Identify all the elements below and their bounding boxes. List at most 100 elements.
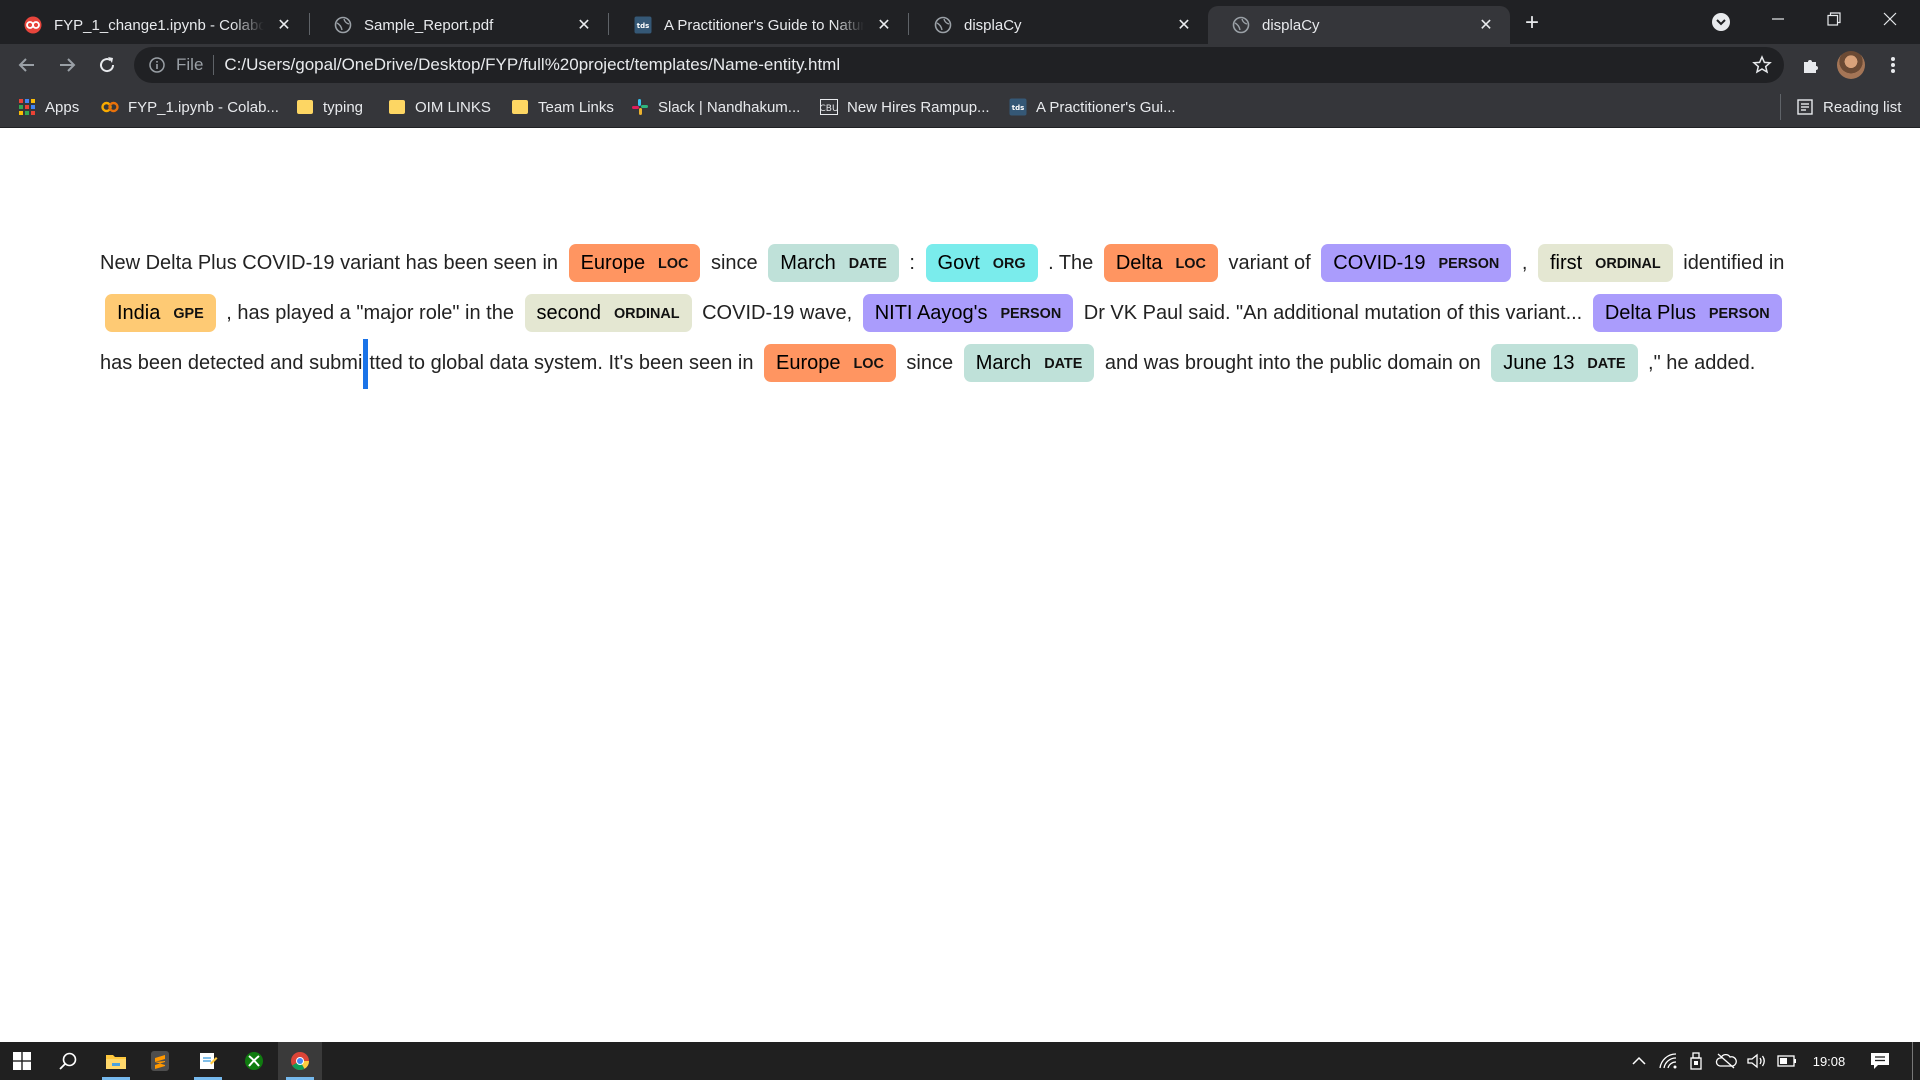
text-span: COVID-19 wave, [696, 302, 858, 324]
volume-icon[interactable] [1744, 1042, 1770, 1080]
entity-label: PERSON [1000, 305, 1062, 322]
bookmark-label: New Hires Rampup... [847, 98, 990, 116]
entity-person: Delta Plus PERSON [1592, 294, 1782, 332]
bookmark-team-links[interactable]: Team Links [511, 96, 614, 118]
entity-text: first [1549, 252, 1583, 274]
entity-text: Delta [1115, 252, 1163, 274]
text-span: Dr VK Paul said. "An additional mutation… [1078, 302, 1588, 324]
text-cursor [363, 338, 369, 389]
apps-grid-icon [18, 98, 36, 116]
bookmark-oim-links[interactable]: OIM LINKS [388, 96, 491, 118]
tab-practitioners-guide[interactable]: tds A Practitioner's Guide to Natural La… [610, 6, 908, 44]
extensions-puzzle-icon[interactable] [1796, 50, 1826, 80]
bookmark-label: A Practitioner's Gui... [1036, 98, 1176, 116]
system-clock[interactable]: 19:08 [1804, 1042, 1854, 1080]
bookmark-fyp-colab[interactable]: FYP_1.ipynb - Colab... [101, 96, 279, 118]
file-explorer-icon[interactable] [94, 1042, 138, 1080]
browser-window: FYP_1_change1.ipynb - Colaboratory ✕ Sam… [0, 0, 1920, 1080]
profile-avatar[interactable] [1837, 51, 1865, 79]
entity-text: Europe [776, 352, 841, 374]
text-span: and was brought into the public domain o… [1099, 352, 1487, 374]
tab-divider [908, 13, 909, 35]
tab-title: Sample_Report.pdf [364, 16, 494, 34]
entity-label: DATE [848, 255, 887, 272]
usb-drive-icon[interactable] [1684, 1042, 1708, 1080]
tab-title: A Practitioner's Guide to Natural Langua… [664, 16, 864, 34]
entity-text: COVID-19 [1333, 252, 1426, 274]
bookmark-label: typing [323, 98, 364, 116]
tab-search-icon[interactable] [1710, 11, 1732, 33]
entity-loc: Europe LOC [568, 244, 701, 282]
restore-icon[interactable] [1806, 0, 1862, 38]
bookmark-slack[interactable]: Slack | Nandhakum... [631, 96, 800, 118]
notifications-icon[interactable] [1862, 1042, 1898, 1080]
tab-displacy-active[interactable]: displaCy ✕ [1208, 6, 1510, 44]
entity-date: March DATE [963, 344, 1095, 382]
tab-colab[interactable]: FYP_1_change1.ipynb - Colaboratory ✕ [0, 6, 308, 44]
reload-icon[interactable] [92, 50, 122, 80]
text-span: ," he added. [1642, 352, 1756, 374]
text-span: , [1516, 252, 1533, 274]
url-text[interactable]: C:/Users/gopal/OneDrive/Desktop/FYP/full… [224, 55, 840, 75]
browser-toolbar: File C:/Users/gopal/OneDrive/Desktop/FYP… [0, 44, 1920, 86]
bookmark-label: Apps [45, 98, 80, 116]
onedrive-offline-icon[interactable] [1712, 1042, 1740, 1080]
entity-label: ORG [992, 255, 1026, 272]
bookmark-apps[interactable]: Apps [18, 96, 79, 118]
entity-label: DATE [1587, 355, 1626, 372]
reading-list-button[interactable]: Reading list [1796, 96, 1901, 118]
tab-sample-report[interactable]: Sample_Report.pdf ✕ [310, 6, 608, 44]
tds-icon: tds [1009, 98, 1027, 116]
text-span: since [705, 252, 764, 274]
entity-label: PERSON [1708, 305, 1770, 322]
entity-text: second [536, 302, 602, 324]
svg-text:tds: tds [1012, 104, 1025, 112]
entity-text: NITI Aayog's [874, 302, 988, 324]
chrome-icon[interactable] [278, 1042, 322, 1080]
show-desktop-button[interactable] [1912, 1042, 1920, 1080]
back-arrow-icon[interactable] [12, 50, 42, 80]
sublime-text-icon[interactable] [138, 1042, 182, 1080]
entity-gpe: India GPE [105, 294, 216, 332]
windows-taskbar: 19:08 [0, 1042, 1920, 1080]
folder-icon [511, 98, 529, 116]
folder-icon [388, 98, 406, 116]
entity-text: India [117, 302, 161, 324]
notepad-icon[interactable] [186, 1042, 230, 1080]
address-bar[interactable]: File C:/Users/gopal/OneDrive/Desktop/FYP… [134, 47, 1784, 83]
start-icon[interactable] [0, 1042, 44, 1080]
tds-icon: tds [634, 16, 652, 34]
xbox-icon[interactable] [232, 1042, 276, 1080]
page-content: New Delta Plus COVID-19 variant has been… [0, 128, 1920, 1042]
chevron-up-icon[interactable] [1626, 1042, 1652, 1080]
bookmark-practitioners-guide[interactable]: tds A Practitioner's Gui... [1009, 96, 1176, 118]
info-icon[interactable] [148, 56, 166, 74]
kebab-menu-icon[interactable] [1878, 50, 1908, 80]
tab-displacy-1[interactable]: displaCy ✕ [910, 6, 1208, 44]
close-icon[interactable]: ✕ [874, 15, 894, 35]
bookmark-typing[interactable]: typing [296, 96, 363, 118]
close-icon[interactable]: ✕ [1476, 15, 1496, 35]
close-window-icon[interactable] [1862, 0, 1918, 38]
bookmark-new-hires[interactable]: CBU New Hires Rampup... [820, 96, 990, 118]
entity-ordinal: first ORDINAL [1537, 244, 1673, 282]
entity-text: March [780, 252, 836, 274]
entity-label: ORDINAL [1595, 255, 1661, 272]
entity-ordinal: second ORDINAL [524, 294, 692, 332]
close-icon[interactable]: ✕ [574, 15, 594, 35]
forward-arrow-icon[interactable] [52, 50, 82, 80]
minimize-icon[interactable] [1750, 0, 1806, 38]
battery-icon[interactable] [1774, 1042, 1800, 1080]
bookmark-star-icon[interactable] [1752, 55, 1772, 75]
reading-list-label: Reading list [1823, 98, 1902, 116]
text-span: variant of [1222, 252, 1317, 274]
new-tab-button[interactable]: + [1518, 9, 1546, 37]
wifi-icon[interactable] [1655, 1042, 1681, 1080]
search-icon[interactable] [46, 1042, 90, 1080]
entity-date: March DATE [768, 244, 899, 282]
url-scheme-label: File [176, 55, 204, 74]
entity-text: Govt [937, 252, 980, 274]
text-span: tted to global data system. It's been se… [369, 352, 760, 374]
close-icon[interactable]: ✕ [274, 15, 294, 35]
close-icon[interactable]: ✕ [1174, 15, 1194, 35]
